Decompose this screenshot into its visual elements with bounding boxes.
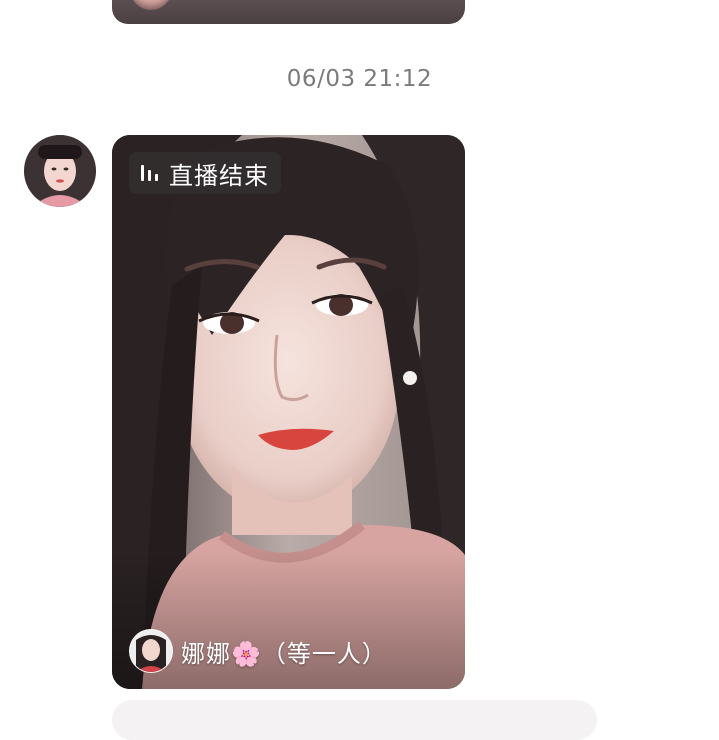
- message-timestamp: 06/03 21:12: [286, 66, 433, 92]
- host-info[interactable]: 娜娜🌸（等一人）: [129, 629, 387, 673]
- sender-avatar-image: [24, 135, 96, 207]
- host-avatar-image: [130, 630, 172, 672]
- sender-avatar[interactable]: [24, 135, 96, 207]
- previous-host-avatar: [130, 0, 172, 10]
- live-status-label: 直播结束: [169, 161, 269, 190]
- previous-live-card[interactable]: 🌸: [112, 0, 465, 24]
- host-avatar[interactable]: [129, 629, 173, 673]
- next-message-bubble[interactable]: [112, 700, 597, 740]
- live-cover-photo: [112, 135, 465, 689]
- live-bars-icon: [141, 165, 158, 181]
- live-stream-card[interactable]: 直播结束 娜娜🌸（等一人）: [112, 135, 465, 689]
- host-name: 娜娜🌸（等一人）: [181, 639, 387, 668]
- live-ended-badge: 直播结束: [129, 152, 281, 194]
